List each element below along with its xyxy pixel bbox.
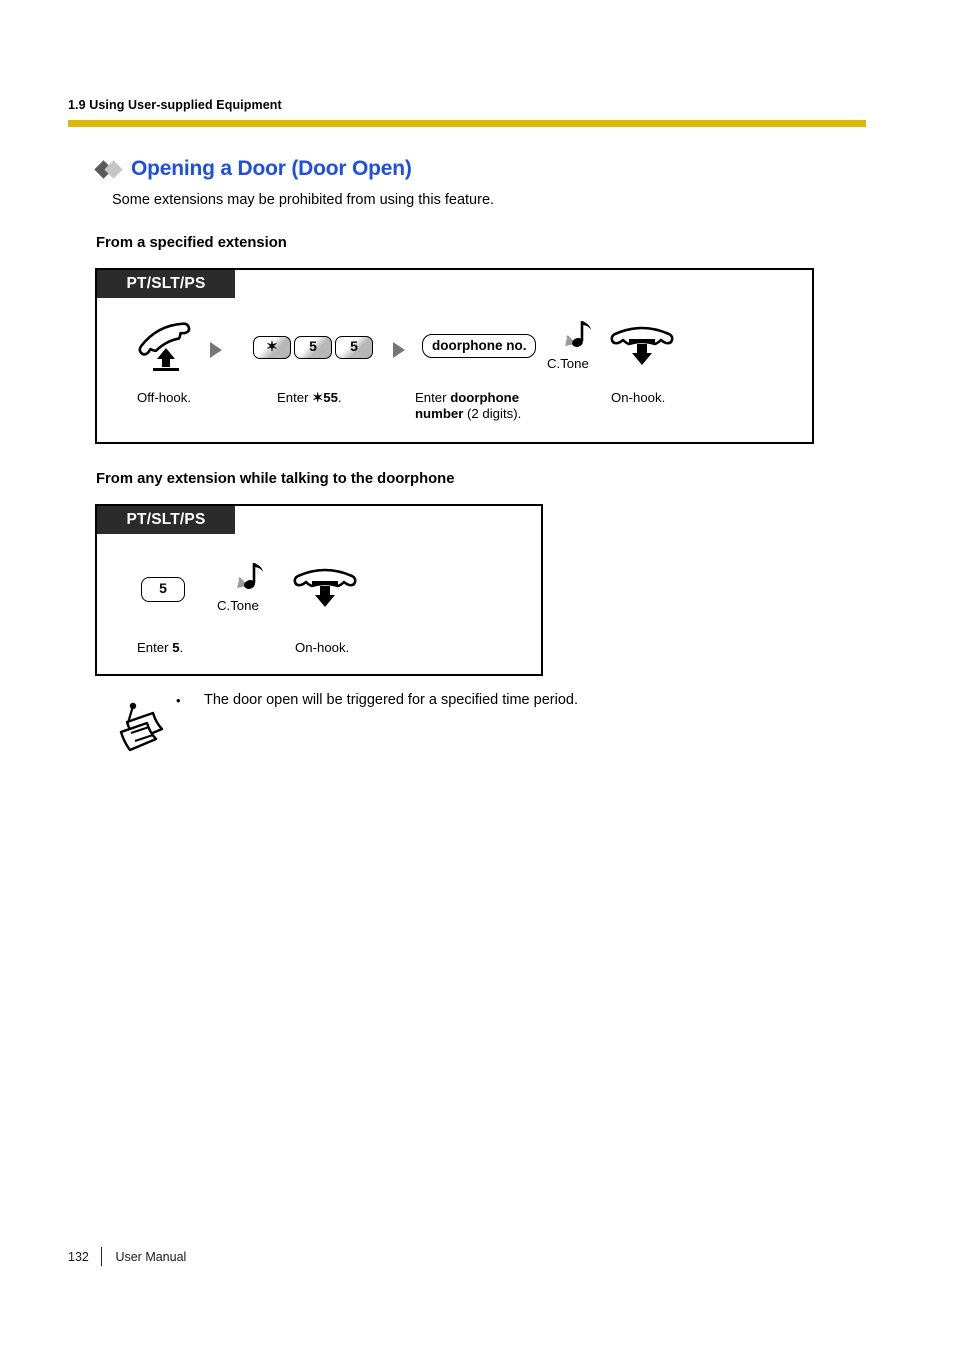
caption-onhook-2: On-hook. <box>295 640 350 655</box>
caption-onhook-1: On-hook. <box>611 390 666 405</box>
caption-enter-star55: Enter ✶55. <box>277 390 342 406</box>
step-arrow-1 <box>210 342 222 363</box>
caption-doorphone-bold-2: number <box>415 406 464 421</box>
step-onhook-icon-1 <box>610 320 674 373</box>
page-footer: 132 User Manual <box>68 1247 186 1266</box>
page-title: Opening a Door (Door Open) <box>94 157 412 181</box>
subsection-title-specified-extension: From a specified extension <box>96 235 287 251</box>
caption-enter-doorphone-number: Enter doorphone number (2 digits). <box>415 390 521 422</box>
handset-onhook-icon <box>293 568 357 607</box>
caption-enter-star55-prefix: Enter <box>277 390 313 405</box>
procedure-diagram-specified-extension: PT/SLT/PS Off-hook. ✶ 5 5 Enter ✶55. doorp… <box>95 268 814 444</box>
label-confirmation-tone-1: C.Tone <box>547 356 589 371</box>
step-offhook-icon-1 <box>132 320 200 377</box>
header-rule <box>68 120 866 127</box>
caption-enter-5-suffix: . <box>179 640 184 655</box>
page-title-text: Opening a Door (Door Open) <box>131 157 412 180</box>
note-text: The door open will be triggered for a sp… <box>204 692 578 708</box>
confirmation-tone-icon <box>565 321 591 347</box>
footer-divider <box>100 1247 103 1266</box>
procedure-diagram-any-extension: PT/SLT/PS 5 Enter 5. C.Tone On-hook. <box>95 504 543 676</box>
diamond-light-icon <box>104 159 123 179</box>
footer-document-title: User Manual <box>115 1249 187 1264</box>
note-memo-icon <box>119 702 164 752</box>
caption-enter-5-bold: 5 <box>172 640 180 655</box>
confirmation-tone-icon <box>237 563 263 589</box>
caption-offhook-1: Off-hook. <box>137 390 191 405</box>
keycap-star[interactable]: ✶ <box>253 336 291 359</box>
step-key-5: 5 <box>141 577 185 602</box>
device-tag-1: PT/SLT/PS <box>97 270 235 298</box>
keycap-5-a[interactable]: 5 <box>294 336 332 359</box>
handset-offhook-icon <box>138 322 191 371</box>
caption-doorphone-suffix: (2 digits). <box>463 406 522 421</box>
step-field-doorphone-no: doorphone no. <box>422 334 537 358</box>
chevron-right-icon <box>210 342 222 358</box>
caption-doorphone-prefix: Enter <box>415 390 451 405</box>
label-confirmation-tone-2: C.Tone <box>217 598 259 613</box>
step-arrow-2 <box>393 342 405 363</box>
caption-enter-star55-bold: ✶55 <box>312 390 338 405</box>
note-icon-wrapper <box>113 700 173 767</box>
doorphone-number-field[interactable]: doorphone no. <box>422 334 537 358</box>
note-bullet: • <box>176 693 181 708</box>
step-onhook-icon-2 <box>293 562 357 615</box>
subsection-title-any-extension: From any extension while talking to the … <box>96 471 455 487</box>
lead-paragraph: Some extensions may be prohibited from u… <box>112 192 495 208</box>
caption-enter-5-prefix: Enter <box>137 640 173 655</box>
caption-doorphone-bold: doorphone <box>450 390 520 405</box>
device-tag-2: PT/SLT/PS <box>97 506 235 534</box>
step-keys-star55: ✶ 5 5 <box>253 336 373 359</box>
footer-page-number: 132 <box>68 1249 89 1264</box>
keycap-5-b[interactable]: 5 <box>335 336 373 359</box>
caption-enter-star55-suffix: . <box>337 390 342 405</box>
keycap-5[interactable]: 5 <box>141 577 185 602</box>
chevron-right-icon <box>393 342 405 358</box>
running-header: 1.9 Using User-supplied Equipment <box>68 98 282 112</box>
handset-onhook-icon <box>610 326 674 365</box>
caption-enter-5: Enter 5. <box>137 640 183 656</box>
